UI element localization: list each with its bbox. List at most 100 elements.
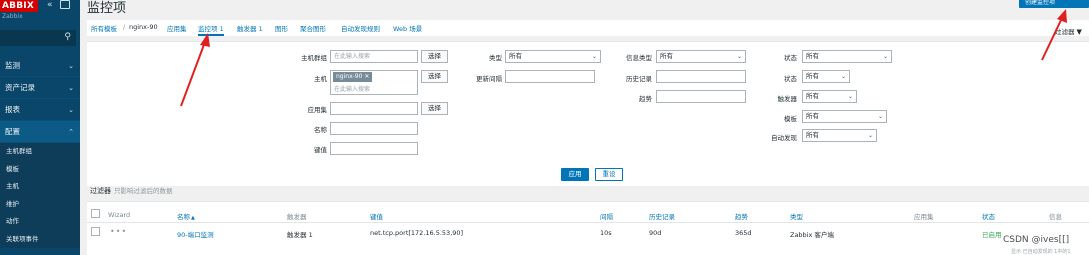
- search-icon[interactable]: ⚲: [64, 32, 71, 42]
- template-label: 模板: [784, 115, 797, 123]
- breadcrumb-all-templates[interactable]: 所有模板: [91, 23, 117, 33]
- breadcrumb-host[interactable]: nginx-90: [129, 23, 158, 31]
- type-label: 类型: [489, 54, 502, 62]
- sidebar-item-label: 报表: [5, 105, 20, 114]
- name-label: 名称: [314, 126, 327, 134]
- zabbix-logo[interactable]: ABBIX: [0, 0, 38, 12]
- sidebar-subitem-actions[interactable]: 动作: [0, 213, 80, 231]
- sidebar-item-label: 配置: [5, 127, 20, 136]
- column-header-interval[interactable]: 间隔: [600, 211, 613, 221]
- status-select[interactable]: 所有 ⌄: [802, 70, 850, 83]
- apply-button[interactable]: 应用: [561, 168, 589, 181]
- host-multiselect[interactable]: nginx-90 ✕ 在此输入搜索: [330, 70, 418, 95]
- update-interval-label: 更新间隔: [476, 75, 502, 83]
- template-select[interactable]: 所有 ⌄: [802, 110, 887, 123]
- chevron-down-icon: ⌄: [68, 106, 74, 114]
- sidebar-item-inventory[interactable]: 资产记录 ⌄: [0, 77, 80, 99]
- item-status-toggle[interactable]: 已启用: [982, 229, 1002, 239]
- sidebar-item-label: 监测: [5, 61, 20, 70]
- info-type-select[interactable]: 所有 ⌄: [656, 50, 746, 63]
- tab-graphs[interactable]: 图形: [275, 23, 288, 33]
- triggers-select[interactable]: 所有 ⌄: [802, 90, 857, 103]
- triggers-label: 触发器: [777, 95, 798, 103]
- discovered-select[interactable]: 所有 ⌄: [802, 129, 877, 142]
- item-triggers-link[interactable]: 触发器 1: [287, 229, 313, 239]
- type-select-value: 所有: [509, 52, 522, 60]
- double-chevron-left-icon[interactable]: «: [47, 0, 53, 10]
- item-history: 90d: [649, 229, 662, 237]
- sidebar-subitem-host-groups[interactable]: 主机群组: [0, 143, 80, 161]
- tab-screens[interactable]: 聚合图形: [300, 23, 326, 33]
- sidebar-subitem-templates[interactable]: 模板: [0, 161, 80, 179]
- state-select-value: 所有: [806, 52, 819, 60]
- host-label: 主机: [314, 75, 327, 83]
- sidebar-subitem-hosts[interactable]: 主机: [0, 178, 80, 196]
- subfilter-bar: 过滤器 只影响过滤后的数据: [90, 185, 173, 196]
- tab-discovery-rules[interactable]: 自动发现规则: [341, 23, 380, 33]
- host-group-select-button[interactable]: 选择: [421, 50, 448, 63]
- column-header-wizard: Wizard: [108, 211, 131, 219]
- logo-row: ABBIX Zabbix «: [0, 0, 80, 28]
- tab-items[interactable]: 监控项 1: [198, 23, 224, 36]
- tab-web-scenarios[interactable]: Web 场景: [393, 23, 422, 33]
- application-select-button[interactable]: 选择: [421, 102, 448, 115]
- chevron-down-icon: ⌄: [877, 113, 883, 120]
- tab-applications[interactable]: 应用集: [167, 23, 187, 33]
- host-tag[interactable]: nginx-90 ✕: [333, 72, 373, 82]
- sidebar-search-input[interactable]: ⚲: [0, 30, 76, 46]
- sidebar-subitem-maintenance[interactable]: 维护: [0, 196, 80, 214]
- discovered-label: 自动发现: [771, 134, 797, 142]
- chevron-down-icon: ⌄: [847, 93, 853, 100]
- trends-input[interactable]: [656, 90, 746, 103]
- filter-panel: 主机群组 在此输入搜索 选择 主机 nginx-90 ✕ 在此输入搜索 选择 应…: [87, 41, 1089, 186]
- name-input[interactable]: [330, 122, 418, 135]
- host-select-button[interactable]: 选择: [421, 70, 448, 83]
- item-type: Zabbix 客户端: [790, 231, 834, 239]
- column-header-trends[interactable]: 趋势: [735, 211, 748, 221]
- sidebar-item-configuration[interactable]: 配置 ⌃: [0, 121, 80, 143]
- sidebar-item-label: 资产记录: [5, 83, 35, 92]
- chevron-up-icon: ⌃: [68, 128, 74, 136]
- reset-button[interactable]: 重设: [595, 168, 623, 181]
- row-checkbox[interactable]: [91, 227, 100, 236]
- items-table: Wizard 名称▲ 触发器 键值 间隔 历史记录 趋势 类型 应用集 状态 信…: [87, 201, 1089, 255]
- column-header-key[interactable]: 键值: [370, 211, 383, 221]
- subfilter-label[interactable]: 过滤器: [90, 187, 111, 195]
- key-input[interactable]: [330, 142, 418, 155]
- type-select[interactable]: 所有 ⌄: [505, 50, 601, 63]
- application-label: 应用集: [307, 106, 328, 114]
- page-title: 监控项: [87, 1, 127, 16]
- trends-label: 趋势: [639, 95, 652, 103]
- column-header-status[interactable]: 状态: [982, 211, 995, 221]
- application-input[interactable]: [330, 102, 418, 115]
- sort-asc-icon: ▲: [191, 215, 195, 221]
- tab-triggers[interactable]: 触发器 1: [237, 23, 263, 33]
- info-type-label: 信息类型: [626, 54, 652, 62]
- state-select[interactable]: 所有 ⌄: [802, 50, 892, 63]
- host-group-input[interactable]: 在此输入搜索: [330, 50, 418, 63]
- chevron-down-icon: ⌄: [867, 132, 873, 139]
- sidebar-subitem-event-correlation[interactable]: 关联项事件: [0, 231, 80, 249]
- filter-toggle[interactable]: 过滤器 ▼: [1055, 26, 1082, 36]
- item-name-link[interactable]: 90-端口监测: [177, 229, 214, 239]
- host-tag-label: nginx-90: [336, 73, 363, 80]
- column-header-name-label: 名称: [177, 213, 190, 221]
- create-item-button[interactable]: 创建监控项: [1019, 0, 1089, 8]
- more-options-icon[interactable]: •••: [110, 227, 127, 236]
- sidebar-item-reports[interactable]: 报表 ⌄: [0, 99, 80, 121]
- breadcrumb: 所有模板 / nginx-90 应用集 监控项 1 触发器 1 图形 聚合图形 …: [87, 20, 1089, 36]
- column-header-history[interactable]: 历史记录: [649, 211, 675, 221]
- column-header-type[interactable]: 类型: [790, 211, 803, 221]
- item-trends: 365d: [735, 229, 752, 237]
- item-interval: 10s: [600, 229, 612, 237]
- chevron-down-icon: ⌄: [68, 62, 74, 70]
- host-input-placeholder: 在此输入搜索: [334, 86, 371, 93]
- close-icon[interactable]: ✕: [364, 73, 369, 80]
- kiosk-mode-icon[interactable]: [60, 0, 70, 9]
- chevron-down-icon: ⌄: [840, 73, 846, 80]
- update-interval-input[interactable]: [505, 70, 595, 83]
- column-header-name[interactable]: 名称▲: [177, 211, 195, 221]
- select-all-checkbox[interactable]: [91, 209, 100, 218]
- sidebar-item-monitoring[interactable]: 监测 ⌄: [0, 55, 80, 77]
- history-input[interactable]: [656, 70, 746, 83]
